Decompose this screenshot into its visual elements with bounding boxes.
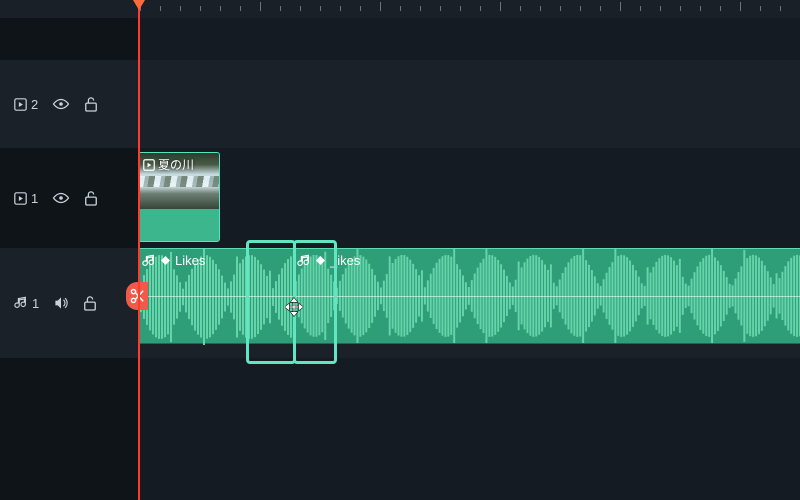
cut-tool-icon[interactable] — [126, 282, 148, 310]
clip-title: Likes — [175, 253, 205, 268]
track-headers: 2 1 — [0, 18, 138, 500]
track-number: 1 — [32, 296, 39, 311]
play-icon — [143, 159, 155, 171]
music-icon — [14, 296, 28, 310]
lock-open-icon[interactable] — [84, 190, 98, 206]
eye-icon[interactable] — [52, 192, 70, 204]
track-content-spacer — [138, 18, 800, 60]
time-ruler[interactable] — [0, 0, 800, 18]
lock-open-icon[interactable] — [83, 295, 97, 311]
track-lane-video-2[interactable] — [138, 60, 800, 148]
music-icon — [142, 254, 156, 268]
clip-title: 夏の川 — [158, 156, 194, 173]
eye-icon[interactable] — [52, 98, 70, 110]
ruler-ticks — [138, 0, 800, 18]
selection-box-left[interactable] — [246, 240, 296, 364]
track-header-spacer — [0, 18, 138, 60]
track-header-audio-1[interactable]: 1 — [0, 248, 138, 358]
track-header-video-1[interactable]: 1 — [0, 148, 138, 248]
waveform-midline — [293, 296, 800, 297]
audio-clip-2[interactable]: _ikes — [293, 248, 800, 344]
track-header-video-2[interactable]: 2 — [0, 60, 138, 148]
track-lane-audio-1[interactable]: Likes _ikes — [138, 248, 800, 358]
track-number: 2 — [31, 97, 38, 112]
timeline[interactable]: 2 1 — [0, 0, 800, 500]
track-content[interactable]: 夏の川 Likes — [138, 18, 800, 500]
play-icon — [14, 192, 27, 205]
video-clip[interactable]: 夏の川 — [138, 152, 220, 242]
play-icon — [14, 98, 27, 111]
playhead[interactable] — [138, 0, 140, 500]
clip-audio-strip — [139, 209, 219, 241]
keyframe-icon[interactable] — [161, 256, 170, 265]
selection-box-right[interactable] — [293, 240, 337, 364]
speaker-icon[interactable] — [53, 296, 69, 310]
lock-open-icon[interactable] — [84, 96, 98, 112]
track-number: 1 — [31, 191, 38, 206]
track-lane-video-1[interactable]: 夏の川 — [138, 148, 800, 248]
